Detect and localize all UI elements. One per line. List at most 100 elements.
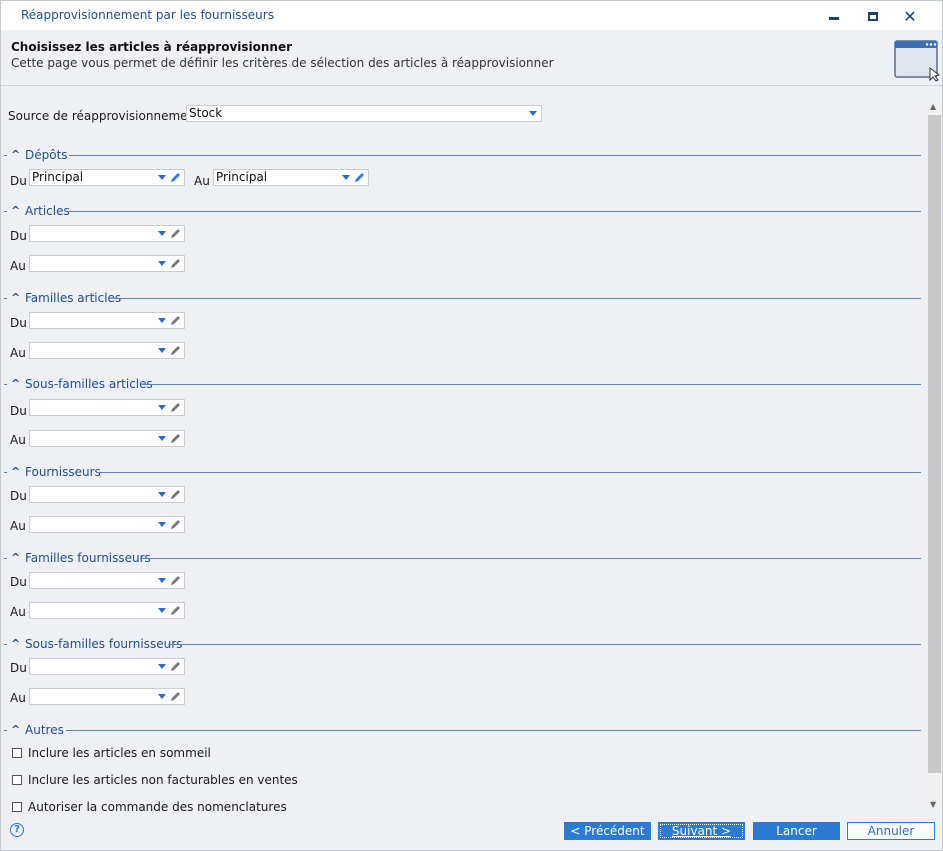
chevron-down-icon bbox=[158, 664, 166, 669]
scroll-up-icon[interactable]: ▲ bbox=[930, 102, 936, 111]
edit-pencil-icon[interactable] bbox=[169, 227, 182, 240]
chevron-up-icon: ^ bbox=[11, 291, 21, 304]
chevron-up-icon: ^ bbox=[11, 377, 21, 390]
section-title: Autres bbox=[25, 723, 64, 737]
scroll-down-icon[interactable]: ▼ bbox=[930, 800, 936, 809]
chevron-up-icon: ^ bbox=[11, 723, 21, 736]
minimize-icon bbox=[829, 16, 839, 20]
section-depots[interactable]: ^ Dépôts bbox=[4, 148, 924, 162]
familles-articles-to-select[interactable] bbox=[29, 342, 185, 359]
section-autres[interactable]: ^ Autres bbox=[4, 723, 924, 737]
edit-pencil-icon[interactable] bbox=[169, 314, 182, 327]
section-title: Familles fournisseurs bbox=[25, 551, 151, 565]
chevron-down-icon bbox=[158, 405, 166, 410]
launch-button[interactable]: Lancer bbox=[753, 822, 840, 840]
chevron-down-icon bbox=[158, 231, 166, 236]
chevron-down-icon bbox=[529, 111, 537, 116]
sous-familles-articles-to-select[interactable] bbox=[29, 430, 185, 447]
sous-familles-fournisseurs-from-select[interactable] bbox=[29, 658, 185, 675]
title-bar: Réapprovisionnement par les fournisseurs… bbox=[1, 1, 942, 30]
chevron-down-icon bbox=[158, 608, 166, 613]
chevron-down-icon bbox=[158, 492, 166, 497]
depots-to-value: Principal bbox=[216, 170, 268, 184]
edit-pencil-icon[interactable] bbox=[169, 690, 182, 703]
sous-familles-fournisseurs-to-select[interactable] bbox=[29, 688, 185, 705]
familles-fournisseurs-from-label: Du bbox=[10, 575, 27, 589]
section-fournisseurs[interactable]: ^ Fournisseurs bbox=[4, 465, 924, 479]
source-label: Source de réapprovisionnement bbox=[8, 109, 200, 123]
edit-pencil-icon[interactable] bbox=[169, 604, 182, 617]
edit-pencil-icon[interactable] bbox=[169, 401, 182, 414]
previous-button[interactable]: < Précédent bbox=[564, 822, 651, 840]
section-title: Articles bbox=[25, 204, 70, 218]
checkbox-sommeil-label[interactable]: Inclure les articles en sommeil bbox=[28, 746, 211, 760]
section-familles-articles[interactable]: ^ Familles articles bbox=[4, 291, 924, 305]
wizard-window-icon bbox=[894, 40, 940, 82]
edit-pencil-icon[interactable] bbox=[353, 171, 366, 184]
section-title: Fournisseurs bbox=[25, 465, 101, 479]
sous-familles-articles-from-select[interactable] bbox=[29, 399, 185, 416]
dialog-window: Réapprovisionnement par les fournisseurs… bbox=[0, 0, 943, 851]
fournisseurs-to-select[interactable] bbox=[29, 516, 185, 533]
edit-pencil-icon[interactable] bbox=[169, 257, 182, 270]
articles-from-select[interactable] bbox=[29, 225, 185, 242]
chevron-down-icon bbox=[158, 348, 166, 353]
familles-fournisseurs-from-select[interactable] bbox=[29, 572, 185, 589]
familles-articles-from-label: Du bbox=[10, 316, 27, 330]
section-title: Sous-familles fournisseurs bbox=[25, 637, 183, 651]
page-title: Choisissez les articles à réapprovisionn… bbox=[11, 40, 293, 54]
chevron-up-icon: ^ bbox=[11, 637, 21, 650]
section-sous-familles-articles[interactable]: ^ Sous-familles articles bbox=[4, 377, 924, 391]
chevron-down-icon bbox=[342, 175, 350, 180]
familles-articles-to-label: Au bbox=[10, 346, 26, 360]
familles-fournisseurs-to-select[interactable] bbox=[29, 602, 185, 619]
checkbox-nomenclatures[interactable] bbox=[12, 802, 22, 812]
maximize-button[interactable] bbox=[858, 5, 888, 27]
depots-from-label: Du bbox=[10, 174, 27, 188]
section-title: Familles articles bbox=[25, 291, 122, 305]
articles-to-select[interactable] bbox=[29, 255, 185, 272]
articles-to-label: Au bbox=[10, 259, 26, 273]
depots-from-select[interactable]: Principal bbox=[29, 169, 185, 186]
section-familles-fournisseurs[interactable]: ^ Familles fournisseurs bbox=[4, 551, 924, 565]
checkbox-sommeil[interactable] bbox=[12, 748, 22, 758]
chevron-down-icon bbox=[158, 578, 166, 583]
next-button[interactable]: Suivant > bbox=[658, 822, 745, 840]
depots-from-value: Principal bbox=[32, 170, 84, 184]
fournisseurs-to-label: Au bbox=[10, 519, 26, 533]
help-icon[interactable]: ? bbox=[10, 823, 24, 837]
edit-pencil-icon[interactable] bbox=[169, 344, 182, 357]
source-select[interactable]: Stock bbox=[186, 105, 542, 122]
chevron-down-icon bbox=[158, 694, 166, 699]
chevron-down-icon bbox=[158, 261, 166, 266]
familles-articles-from-select[interactable] bbox=[29, 312, 185, 329]
page-subtitle: Cette page vous permet de définir les cr… bbox=[11, 56, 554, 70]
sous-familles-fournisseurs-from-label: Du bbox=[10, 661, 27, 675]
chevron-up-icon: ^ bbox=[11, 551, 21, 564]
edit-pencil-icon[interactable] bbox=[169, 171, 182, 184]
section-articles[interactable]: ^ Articles bbox=[4, 204, 924, 218]
edit-pencil-icon[interactable] bbox=[169, 574, 182, 587]
edit-pencil-icon[interactable] bbox=[169, 488, 182, 501]
edit-pencil-icon[interactable] bbox=[169, 432, 182, 445]
close-button[interactable]: ✕ bbox=[895, 5, 925, 27]
sous-familles-fournisseurs-to-label: Au bbox=[10, 691, 26, 705]
maximize-icon bbox=[868, 11, 878, 21]
section-sous-familles-fournisseurs[interactable]: ^ Sous-familles fournisseurs bbox=[4, 637, 924, 651]
chevron-down-icon bbox=[158, 318, 166, 323]
cancel-button[interactable]: Annuler bbox=[847, 822, 935, 840]
depots-to-label: Au bbox=[194, 174, 210, 188]
fournisseurs-from-select[interactable] bbox=[29, 486, 185, 503]
minimize-button[interactable] bbox=[819, 5, 849, 27]
vertical-scrollbar[interactable]: ▲ ▼ bbox=[927, 100, 942, 811]
scrollbar-thumb[interactable] bbox=[928, 115, 941, 773]
chevron-up-icon: ^ bbox=[11, 465, 21, 478]
window-title: Réapprovisionnement par les fournisseurs bbox=[21, 8, 274, 22]
chevron-up-icon: ^ bbox=[11, 204, 21, 217]
depots-to-select[interactable]: Principal bbox=[213, 169, 369, 186]
checkbox-non-facturables-label[interactable]: Inclure les articles non facturables en … bbox=[28, 773, 298, 787]
edit-pencil-icon[interactable] bbox=[169, 518, 182, 531]
checkbox-non-facturables[interactable] bbox=[12, 775, 22, 785]
checkbox-nomenclatures-label[interactable]: Autoriser la commande des nomenclatures bbox=[28, 800, 287, 814]
edit-pencil-icon[interactable] bbox=[169, 660, 182, 673]
